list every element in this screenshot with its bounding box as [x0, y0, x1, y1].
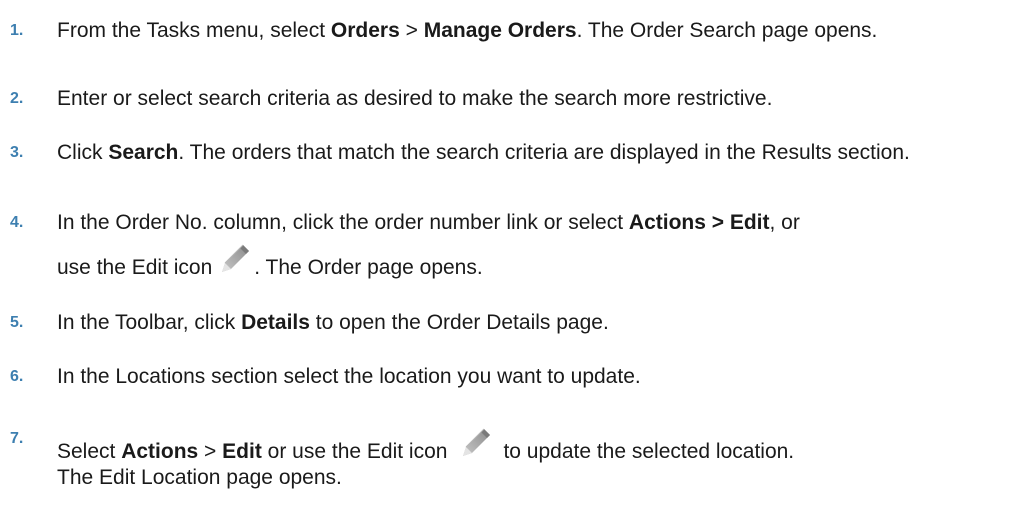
- step-number: 3.: [10, 144, 24, 161]
- step-number: 6.: [10, 368, 24, 385]
- step-number: 7.: [10, 430, 24, 447]
- step-number: 4.: [10, 214, 24, 231]
- actions-edit-reference: Actions > Edit: [628, 211, 770, 234]
- details-button-reference: Details: [241, 311, 310, 334]
- step-text: Click Search. The orders that match the …: [57, 141, 910, 164]
- step-text: Enter or select search criteria as desir…: [57, 87, 773, 110]
- pencil-icon: [459, 426, 493, 460]
- search-button-reference: Search: [108, 141, 179, 164]
- step-text: From the Tasks menu, select Orders > Man…: [57, 19, 878, 42]
- step-text: In the Locations section select the loca…: [57, 365, 641, 388]
- step-number: 5.: [10, 314, 24, 331]
- edit-reference: Edit: [222, 440, 262, 463]
- step-number: 2.: [10, 90, 24, 107]
- menu-path-orders: Orders: [330, 19, 400, 42]
- step-text: Select Actions > Edit or use the Edit ic…: [57, 426, 1004, 491]
- actions-reference: Actions: [121, 440, 199, 463]
- pencil-icon: [218, 242, 252, 276]
- menu-path-manage-orders: Manage Orders: [423, 19, 577, 42]
- step-number: 1.: [10, 22, 24, 39]
- step-text: In the Order No. column, click the order…: [57, 211, 800, 279]
- step-text: In the Toolbar, click Details to open th…: [57, 311, 609, 334]
